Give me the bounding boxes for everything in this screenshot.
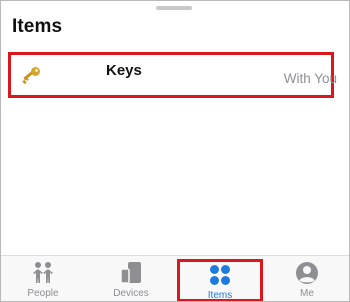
item-row-keys[interactable]: Keys With You [8, 52, 337, 98]
key-icon [20, 65, 42, 87]
tab-devices[interactable]: Devices [105, 256, 157, 301]
tab-me[interactable]: Me [281, 256, 333, 301]
item-name: Keys [106, 62, 142, 79]
items-screen: Items Keys With You People Devices Items… [0, 0, 350, 302]
people-icon [30, 261, 56, 290]
tab-label: Me [300, 288, 314, 299]
page-title: Items [12, 16, 63, 37]
devices-icon [119, 261, 143, 290]
tab-items[interactable]: Items [177, 259, 263, 301]
tab-label: People [27, 288, 59, 299]
tab-people[interactable]: People [17, 256, 69, 301]
sheet-grabber[interactable] [156, 6, 192, 10]
tab-label: Devices [113, 288, 149, 299]
tab-label: Items [207, 290, 233, 301]
tab-bar: People Devices Items Me [1, 255, 349, 301]
items-icon [208, 263, 232, 292]
item-status: With You [283, 71, 337, 86]
me-icon [295, 261, 319, 290]
